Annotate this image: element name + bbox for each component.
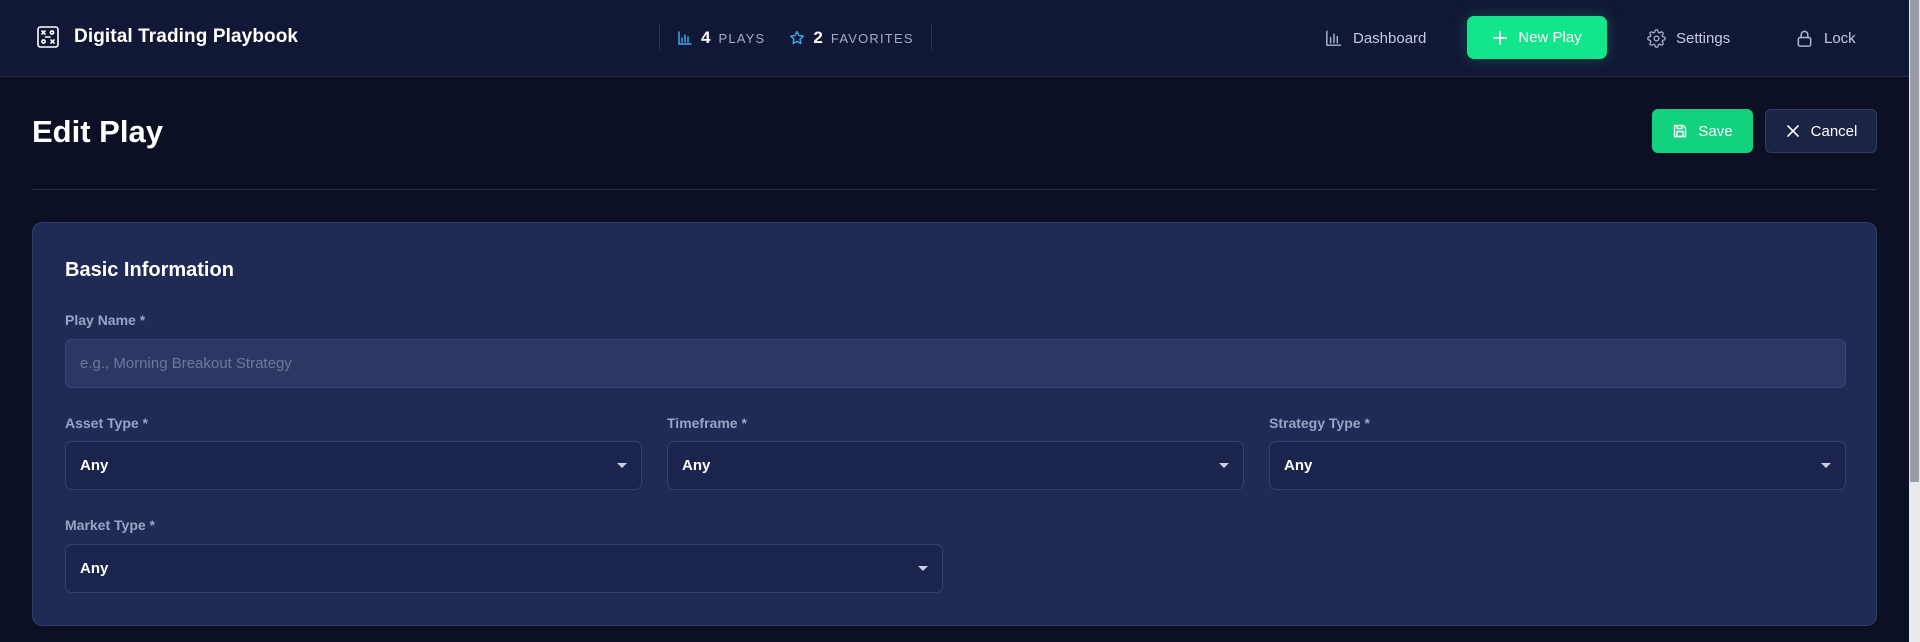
asset-type-label: Asset Type * — [65, 415, 148, 431]
page-title: Edit Play — [32, 114, 163, 149]
strategy-type-select[interactable]: Any — [1269, 441, 1846, 490]
top-bar: Digital Trading Playbook 4 PLAYS 2 FAVOR… — [0, 0, 1909, 77]
cancel-label: Cancel — [1810, 122, 1858, 140]
chevron-down-icon — [918, 566, 928, 571]
star-icon — [790, 30, 805, 45]
chevron-down-icon — [1821, 463, 1831, 468]
chevron-down-icon — [617, 463, 627, 468]
nav-settings-label: Settings — [1676, 29, 1731, 47]
nav-settings[interactable]: Settings — [1647, 16, 1730, 60]
scrollbar-thumb[interactable] — [1910, 0, 1919, 482]
bar-chart-icon — [1326, 30, 1342, 46]
plus-icon — [1493, 30, 1508, 45]
cancel-button[interactable]: Cancel — [1765, 109, 1877, 153]
page-scrollbar[interactable] — [1909, 0, 1920, 642]
section-title: Basic Information — [65, 259, 234, 281]
playbook-logo-icon — [37, 26, 59, 48]
stat-favorites: 2 FAVORITES — [789, 28, 913, 48]
save-icon — [1674, 124, 1687, 138]
nav-lock[interactable]: Lock — [1795, 16, 1856, 60]
new-play-label: New Play — [1518, 29, 1582, 46]
timeframe-select[interactable]: Any — [667, 441, 1244, 490]
save-button[interactable]: Save — [1652, 109, 1753, 153]
asset-type-select[interactable]: Any — [65, 441, 642, 490]
stat-plays: 4 PLAYS — [677, 28, 765, 48]
close-icon — [1786, 125, 1799, 137]
strategy-type-label: Strategy Type * — [1269, 415, 1370, 431]
timeframe-value: Any — [682, 457, 711, 474]
plays-label: PLAYS — [718, 30, 766, 46]
asset-type-value: Any — [80, 457, 109, 474]
favorites-count: 2 — [813, 28, 823, 47]
strategy-type-value: Any — [1284, 457, 1313, 474]
nav-dashboard[interactable]: Dashboard — [1324, 16, 1426, 60]
stats-bar: 4 PLAYS 2 FAVORITES — [659, 25, 932, 51]
plays-count: 4 — [701, 28, 711, 47]
timeframe-label: Timeframe * — [667, 415, 747, 431]
gear-icon — [1647, 28, 1666, 48]
play-name-input[interactable] — [65, 339, 1846, 388]
nav-lock-label: Lock — [1824, 29, 1856, 47]
market-type-value: Any — [80, 560, 109, 577]
header-divider — [32, 189, 1877, 190]
nav-dashboard-label: Dashboard — [1353, 29, 1427, 47]
basic-information-card: Basic Information Play Name * Asset Type… — [32, 222, 1877, 626]
brand[interactable]: Digital Trading Playbook — [36, 25, 298, 49]
play-name-label: Play Name * — [65, 312, 146, 328]
market-type-select[interactable]: Any — [65, 544, 943, 593]
app-title: Digital Trading Playbook — [74, 26, 299, 47]
market-type-label: Market Type * — [65, 517, 155, 533]
save-label: Save — [1698, 122, 1733, 140]
lock-icon — [1797, 30, 1812, 47]
chevron-down-icon — [1219, 463, 1229, 468]
new-play-button[interactable]: New Play — [1467, 16, 1607, 59]
favorites-label: FAVORITES — [830, 30, 914, 46]
bar-chart-icon — [678, 31, 692, 45]
app-root: Digital Trading Playbook 4 PLAYS 2 FAVOR… — [0, 0, 1920, 642]
